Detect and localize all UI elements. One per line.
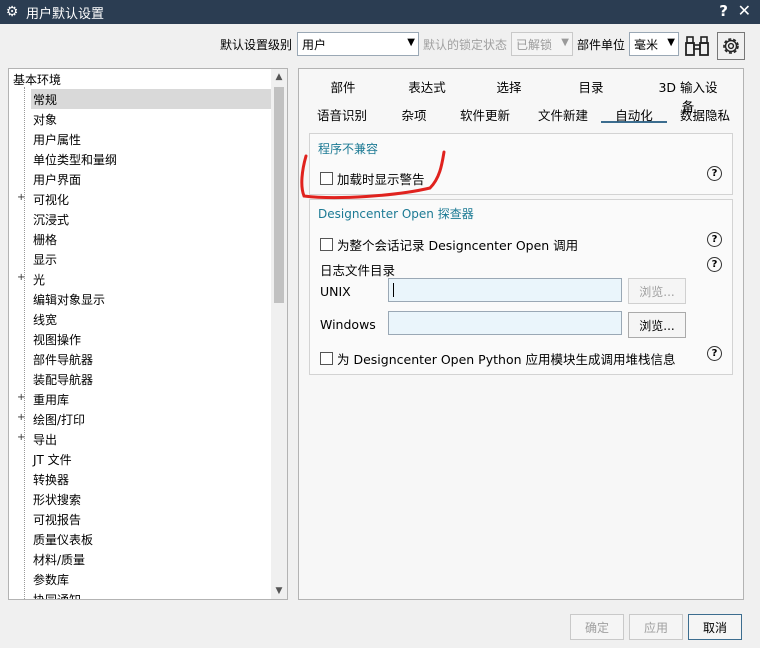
expand-icon[interactable]: +: [17, 432, 25, 443]
unix-path-input[interactable]: [388, 278, 622, 302]
unit-label: 部件单位: [577, 38, 626, 52]
tree-item[interactable]: JT 文件: [31, 449, 271, 469]
help-icon[interactable]: ?: [707, 346, 722, 361]
tree-scrollbar[interactable]: ▲ ▼: [271, 69, 287, 599]
lock-value: 已解锁: [516, 37, 553, 52]
unit-value: 毫米: [634, 37, 659, 52]
tree-item[interactable]: 常规: [31, 89, 271, 109]
tree-item[interactable]: 编辑对象显示: [31, 289, 271, 309]
tree-item[interactable]: 对象: [31, 109, 271, 129]
scroll-down-icon[interactable]: ▼: [271, 583, 287, 599]
tab-data-privacy[interactable]: 数据隐私: [679, 105, 731, 123]
tree-item[interactable]: 沉浸式: [31, 209, 271, 229]
close-button[interactable]: ✕: [738, 1, 751, 20]
cancel-button[interactable]: 取消: [688, 614, 742, 640]
tab-misc[interactable]: 杂项: [401, 105, 427, 123]
tab-software-update[interactable]: 软件更新: [459, 105, 511, 123]
text-caret: [393, 283, 394, 297]
expand-icon[interactable]: +: [17, 412, 25, 423]
tree-item[interactable]: 光: [31, 269, 271, 289]
tree-item[interactable]: 协同通知: [31, 589, 271, 600]
tree-guide-line: [24, 87, 25, 599]
tab-expressions[interactable]: 表达式: [407, 77, 447, 95]
help-icon[interactable]: ?: [707, 166, 722, 181]
tab-voice[interactable]: 语音识别: [317, 105, 367, 123]
scroll-up-icon[interactable]: ▲: [271, 69, 287, 85]
checkbox-label: 为 Designcenter Open Python 应用模块生成调用堆栈信息: [337, 352, 676, 367]
checkbox-label: 为整个会话记录 Designcenter Open 调用: [337, 238, 579, 253]
ok-button: 确定: [570, 614, 624, 640]
tab-selection[interactable]: 选择: [495, 77, 523, 95]
expand-icon[interactable]: +: [17, 272, 25, 283]
tab-automation[interactable]: 自动化: [601, 105, 667, 123]
tree-item[interactable]: 显示: [31, 249, 271, 269]
tree-item[interactable]: 单位类型和量纲: [31, 149, 271, 169]
tab-parts[interactable]: 部件: [329, 77, 357, 95]
python-stack-checkbox[interactable]: 为 Designcenter Open Python 应用模块生成调用堆栈信息: [320, 349, 675, 368]
checkbox-box[interactable]: [320, 238, 333, 251]
tree-item[interactable]: 参数库: [31, 569, 271, 589]
lock-select: 已解锁 ▼: [511, 32, 573, 56]
binoculars-icon: [685, 36, 709, 56]
lock-label: 默认的锁定状态: [423, 38, 508, 52]
help-button[interactable]: ?: [719, 2, 728, 20]
help-icon[interactable]: ?: [707, 232, 722, 247]
tree-item[interactable]: 导出: [31, 429, 271, 449]
gear-icon: ⚙: [5, 4, 19, 20]
tree-item[interactable]: 用户界面: [31, 169, 271, 189]
level-value: 用户: [302, 37, 327, 52]
gear-icon: [723, 38, 739, 54]
unit-select[interactable]: 毫米 ▼: [629, 32, 679, 56]
windows-path-input[interactable]: [388, 311, 622, 335]
help-icon[interactable]: ?: [707, 257, 722, 272]
unix-label: UNIX: [320, 284, 351, 299]
tree-item[interactable]: 材料/质量: [31, 549, 271, 569]
level-select[interactable]: 用户 ▼: [297, 32, 419, 56]
tree-item[interactable]: 质量仪表板: [31, 529, 271, 549]
checkbox-box[interactable]: [320, 352, 333, 365]
binoculars-button[interactable]: [683, 32, 711, 60]
tree-item[interactable]: 部件导航器: [31, 349, 271, 369]
unix-browse-button: 浏览...: [628, 278, 686, 304]
tree-item[interactable]: 栅格: [31, 229, 271, 249]
tab-directory[interactable]: 目录: [577, 77, 605, 95]
probe-group: Designcenter Open 探查器 为整个会话记录 Designcent…: [309, 199, 733, 375]
settings-button[interactable]: [717, 32, 745, 60]
windows-label: Windows: [320, 317, 376, 332]
level-label: 默认设置级别: [220, 38, 293, 52]
title-bar: ⚙ 用户默认设置 ? ✕: [0, 0, 760, 24]
windows-browse-button[interactable]: 浏览...: [628, 312, 686, 338]
tree-item[interactable]: 形状搜索: [31, 489, 271, 509]
tree-item[interactable]: 转换器: [31, 469, 271, 489]
group-title: Designcenter Open 探查器: [318, 207, 474, 221]
tree-item[interactable]: 线宽: [31, 309, 271, 329]
window-title: 用户默认设置: [26, 6, 105, 22]
dropdown-arrow-icon: ▼: [667, 37, 675, 48]
tree-item[interactable]: 用户属性: [31, 129, 271, 149]
tree-item[interactable]: 装配导航器: [31, 369, 271, 389]
expand-icon[interactable]: +: [17, 392, 25, 403]
dropdown-arrow-icon: ▼: [561, 37, 569, 48]
category-tree: 基本环境 常规 对象 用户属性 单位类型和量纲 用户界面 + 可视化 沉浸式 栅格 显示 + 光编辑对…: [8, 68, 288, 600]
apply-button: 应用: [629, 614, 683, 640]
log-dir-label: 日志文件目录: [320, 263, 396, 278]
tab-file-new[interactable]: 文件新建: [537, 105, 589, 123]
log-session-checkbox[interactable]: 为整个会话记录 Designcenter Open 调用: [320, 235, 578, 254]
tree-item[interactable]: 可视化: [31, 189, 271, 209]
tree-root[interactable]: 基本环境: [13, 71, 61, 88]
tree-item[interactable]: 可视报告: [31, 509, 271, 529]
expand-icon[interactable]: +: [17, 192, 25, 203]
scroll-thumb[interactable]: [274, 87, 284, 303]
tree-item[interactable]: 视图操作: [31, 329, 271, 349]
red-annotation-stroke: [300, 150, 446, 200]
dropdown-arrow-icon: ▼: [407, 37, 415, 48]
header-toolbar: 默认设置级别 用户 ▼ 默认的锁定状态 已解锁 ▼ 部件单位 毫米 ▼: [0, 24, 760, 64]
tab-3d-input[interactable]: 3D 输入设备: [653, 77, 723, 114]
tree-item[interactable]: 绘图/打印: [31, 409, 271, 429]
tree-item[interactable]: 重用库: [31, 389, 271, 409]
